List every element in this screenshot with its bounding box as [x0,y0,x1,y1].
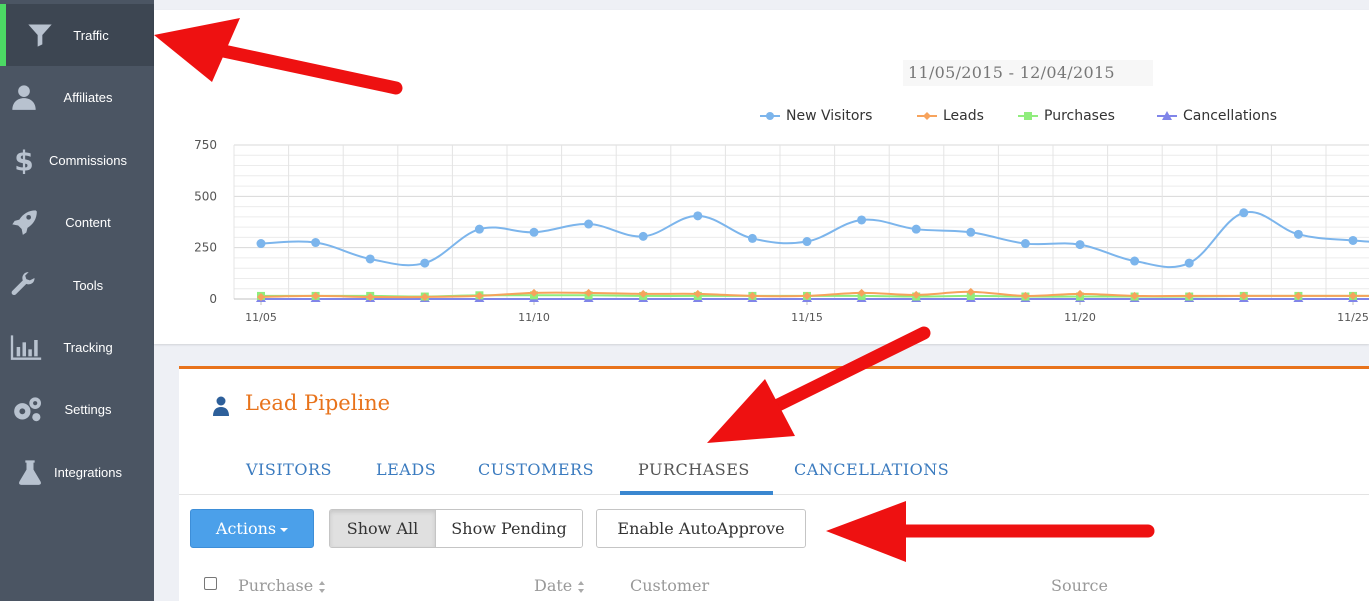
x-tick-label: 11/15 [791,311,823,324]
enable-autoapprove-button[interactable]: Enable AutoApprove [596,509,806,548]
person-icon [213,396,229,416]
show-all-button[interactable]: Show All [330,510,436,547]
column-header-label: Purchase [238,576,314,595]
data-point-new-visitors [256,239,266,249]
series-line-new-visitors [260,210,1369,269]
data-point-new-visitors [966,227,976,237]
data-point-new-visitors [1130,256,1140,266]
active-tab-indicator [620,491,773,495]
data-point-new-visitors [747,233,757,243]
sort-icon [319,580,326,593]
actions-label: Actions [215,519,277,538]
data-point-new-visitors [365,254,375,264]
x-tick-label: 11/10 [518,311,550,324]
caret-down-icon [280,527,289,532]
show-pending-button[interactable]: Show Pending [436,510,582,547]
data-point-new-visitors [474,224,484,234]
x-tick-label: 11/25 [1337,311,1369,324]
tab-visitors[interactable]: VISITORS [246,460,332,479]
y-tick-label: 750 [194,138,217,152]
x-tick-label: 11/20 [1064,311,1096,324]
sidebar-item-label: Settings [64,401,112,417]
tab-leads[interactable]: LEADS [376,460,436,479]
traffic-line-chart: 750 500 250 0 11/05 11/10 11/15 11/20 11/25 [194,138,1369,324]
data-point-new-visitors [1075,240,1085,250]
tabs-divider [179,494,1369,495]
filter-button-group: Show All Show Pending [329,509,583,548]
x-tick-label: 11/05 [245,311,277,324]
page-title: Lead Pipeline [245,391,391,415]
data-point-new-visitors [1293,229,1303,239]
tab-purchases[interactable]: PURCHASES [638,460,750,479]
column-header-purchase[interactable]: Purchase [238,576,326,595]
sort-icon [578,580,585,593]
data-point-new-visitors [638,231,648,241]
y-tick-label: 0 [209,292,217,306]
data-point-new-visitors [911,224,921,234]
data-point-new-visitors [311,238,321,248]
sidebar-item-integrations[interactable]: Integrations [0,441,154,503]
tab-customers[interactable]: CUSTOMERS [478,460,594,479]
data-point-new-visitors [529,227,539,237]
tab-cancellations[interactable]: CANCELLATIONS [794,460,949,479]
data-point-new-visitors [1348,235,1358,245]
data-point-new-visitors [1239,208,1249,218]
data-point-new-visitors [857,215,867,225]
data-point-new-visitors [420,258,430,268]
y-tick-label: 500 [194,189,217,203]
select-all-checkbox[interactable] [204,577,217,590]
sidebar-item-label: Tracking [63,339,113,355]
column-header-label: Date [534,576,573,595]
column-header-source: Source [1051,576,1108,595]
column-header-date[interactable]: Date [534,576,585,595]
actions-dropdown-button[interactable]: Actions [190,509,314,548]
data-point-new-visitors [584,219,594,229]
y-tick-label: 250 [194,241,217,255]
data-point-new-visitors [1020,239,1030,249]
data-point-new-visitors [693,211,703,221]
data-point-new-visitors [802,237,812,247]
sidebar-item-label: Integrations [54,464,122,480]
column-header-customer: Customer [630,576,710,595]
sidebar-item-settings[interactable]: Settings [0,378,154,440]
data-point-new-visitors [1184,258,1194,268]
